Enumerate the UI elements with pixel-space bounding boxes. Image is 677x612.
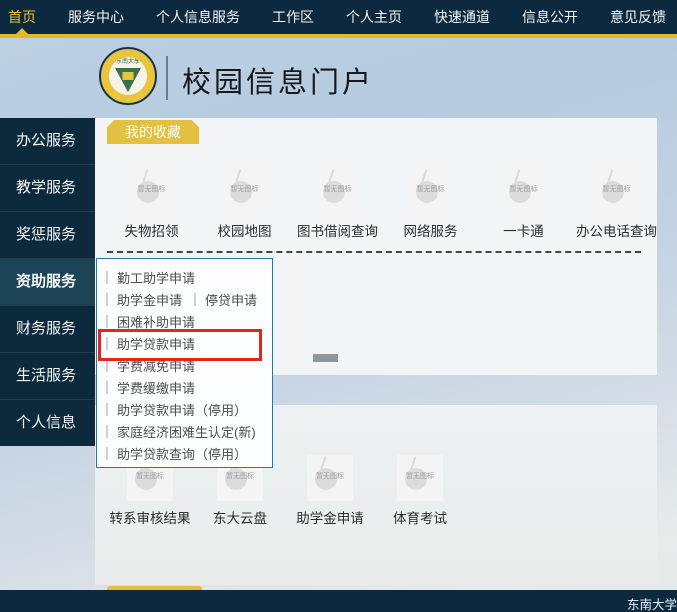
sidebar-item-finance-services[interactable]: 财务服务 — [0, 305, 95, 352]
menu-row: 家庭经济困难生认定(新) — [97, 420, 272, 442]
favorite-lost-and-found[interactable]: 暂无图标 失物招领 — [105, 168, 198, 240]
app-label: 转系审核结果 — [110, 507, 191, 527]
placeholder-label: 暂无图标 — [397, 471, 443, 481]
placeholder-label: 暂无图标 — [307, 471, 353, 481]
menu-row: 学费减免申请 — [97, 354, 272, 376]
menu-tick — [106, 425, 108, 438]
menu-tick — [106, 337, 108, 350]
menu-tick — [106, 447, 108, 460]
placeholder-label: 暂无图标 — [222, 184, 268, 194]
scroll-indicator — [313, 354, 338, 362]
app-label: 助学金申请 — [296, 507, 364, 527]
placeholder-label: 暂无图标 — [127, 471, 173, 481]
favorite-library-borrow-query[interactable]: 暂无图标 图书借阅查询 — [291, 168, 384, 240]
app-placeholder-icon: 暂无图标 — [594, 168, 640, 214]
app-label: 东大云盘 — [213, 507, 267, 527]
favorite-label: 办公电话查询 — [576, 220, 657, 240]
menu-tick — [106, 381, 108, 394]
favorites-row: 暂无图标 失物招领 暂无图标 校园地图 暂无图标 图书借阅查询 — [105, 168, 663, 240]
menu-tick — [106, 403, 108, 416]
top-nav: 首页 服务中心 个人信息服务 工作区 个人主页 快速通道 信息公开 意见反馈 — [0, 0, 677, 34]
app-placeholder-icon: 暂无图标 — [129, 168, 175, 214]
menu-item-student-loan-application[interactable]: 助学贷款申请 — [117, 334, 195, 353]
sidebar: 办公服务 教学服务 奖惩服务 资助服务 财务服务 生活服务 个人信息 — [0, 118, 95, 446]
placeholder-label: 暂无图标 — [129, 184, 175, 194]
menu-item-work-study-application[interactable]: 勤工助学申请 — [117, 268, 195, 287]
active-nav-caret-icon — [16, 28, 28, 34]
university-seal-icon: 东南大學 — [99, 47, 157, 105]
favorite-campus-map[interactable]: 暂无图标 校园地图 — [198, 168, 291, 240]
menu-row: 困难补助申请 — [97, 310, 272, 332]
app-grant-application[interactable]: 暂无图标 助学金申请 — [285, 455, 375, 527]
sidebar-item-life-services[interactable]: 生活服务 — [0, 352, 95, 399]
favorite-label: 一卡通 — [503, 220, 544, 240]
seal-building-icon — [123, 72, 134, 80]
nav-service-center[interactable]: 服务中心 — [68, 7, 124, 27]
favorite-campus-card[interactable]: 暂无图标 一卡通 — [477, 168, 570, 240]
dashed-separator — [107, 251, 641, 253]
menu-item-tuition-reduction-application[interactable]: 学费减免申请 — [117, 356, 195, 375]
favorite-office-phone-query[interactable]: 暂无图标 办公电话查询 — [570, 168, 663, 240]
favorite-label: 图书借阅查询 — [297, 220, 378, 240]
placeholder-label: 暂无图标 — [408, 184, 454, 194]
header-divider — [166, 56, 168, 100]
app-placeholder-icon: 暂无图标 — [222, 168, 268, 214]
favorite-label: 校园地图 — [218, 220, 272, 240]
seal-script: 东南大學 — [109, 59, 147, 65]
nav-home[interactable]: 首页 — [8, 7, 36, 27]
app-placeholder-icon: 暂无图标 — [408, 168, 454, 214]
favorite-network-services[interactable]: 暂无图标 网络服务 — [384, 168, 477, 240]
nav-workspace[interactable]: 工作区 — [272, 7, 314, 27]
sidebar-item-rewards-punishments[interactable]: 奖惩服务 — [0, 211, 95, 258]
app-placeholder-icon: 暂无图标 — [501, 168, 547, 214]
menu-item-stop-loan-application[interactable]: 停贷申请 — [205, 290, 257, 309]
menu-item-grant-application[interactable]: 助学金申请 — [117, 290, 182, 309]
nav-quick-channel[interactable]: 快速通道 — [434, 7, 490, 27]
app-placeholder-icon: 暂无图标 — [307, 455, 353, 501]
app-label: 体育考试 — [393, 507, 447, 527]
seal-core: 东南大學 — [109, 57, 147, 95]
nav-personal-homepage[interactable]: 个人主页 — [346, 7, 402, 27]
menu-row: 勤工助学申请 — [97, 266, 272, 288]
placeholder-label: 暂无图标 — [501, 184, 547, 194]
menu-row: 助学贷款申请（停用） — [97, 398, 272, 420]
nav-info-disclosure[interactable]: 信息公开 — [522, 7, 578, 27]
tab-my-favorites[interactable]: 我的收藏 — [107, 120, 199, 144]
menu-tick — [194, 293, 196, 306]
menu-item-student-loan-query-disabled[interactable]: 助学贷款查询（停用） — [117, 444, 247, 463]
app-placeholder-icon: 暂无图标 — [397, 455, 443, 501]
footer: 东南大学 服 — [0, 590, 677, 612]
menu-item-hardship-subsidy-application[interactable]: 困难补助申请 — [117, 312, 195, 331]
app-pe-exam[interactable]: 暂无图标 体育考试 — [375, 455, 465, 527]
menu-tick — [106, 271, 108, 284]
menu-item-family-hardship-identification-new[interactable]: 家庭经济困难生认定(新) — [117, 422, 256, 441]
menu-tick — [106, 315, 108, 328]
sidebar-item-teaching-services[interactable]: 教学服务 — [0, 164, 95, 211]
menu-row: 助学贷款申请 — [97, 332, 272, 354]
financial-aid-flyout-menu: 勤工助学申请 助学金申请 停贷申请 困难补助申请 助学贷款申请 学费减免申请 学… — [96, 258, 273, 468]
placeholder-label: 暂无图标 — [594, 184, 640, 194]
placeholder-label: 暂无图标 — [315, 184, 361, 194]
menu-item-student-loan-application-disabled[interactable]: 助学贷款申请（停用） — [117, 400, 247, 419]
app-placeholder-icon: 暂无图标 — [315, 168, 361, 214]
favorite-label: 网络服务 — [404, 220, 458, 240]
portal-page: 首页 服务中心 个人信息服务 工作区 个人主页 快速通道 信息公开 意见反馈 东… — [0, 0, 677, 612]
sidebar-item-personal-info[interactable]: 个人信息 — [0, 399, 95, 446]
menu-tick — [106, 359, 108, 372]
menu-tick — [106, 293, 108, 306]
sidebar-item-office-services[interactable]: 办公服务 — [0, 118, 95, 164]
favorite-label: 失物招领 — [125, 220, 179, 240]
placeholder-label: 暂无图标 — [217, 471, 263, 481]
menu-row: 学费缓缴申请 — [97, 376, 272, 398]
menu-item-tuition-deferment-application[interactable]: 学费缓缴申请 — [117, 378, 195, 397]
footer-university-name: 东南大学 服 — [627, 594, 677, 612]
nav-accent-bar — [0, 34, 677, 38]
nav-feedback[interactable]: 意见反馈 — [610, 7, 666, 27]
sidebar-item-financial-aid[interactable]: 资助服务 — [0, 258, 95, 305]
nav-personal-info-services[interactable]: 个人信息服务 — [156, 7, 240, 27]
menu-row: 助学贷款查询（停用） — [97, 442, 272, 464]
page-title: 校园信息门户 — [182, 59, 374, 101]
menu-row: 助学金申请 停贷申请 — [97, 288, 272, 310]
